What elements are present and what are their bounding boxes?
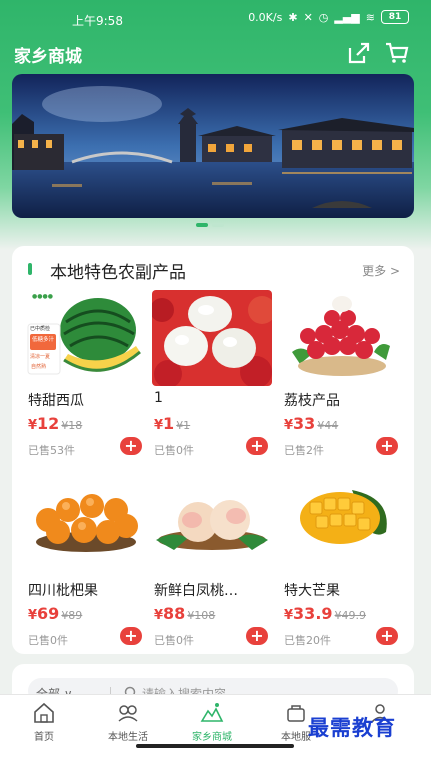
tab-local-life[interactable]: 本地生活	[88, 701, 168, 743]
product-price: ¥12 ¥18	[28, 414, 83, 433]
mango-image	[282, 480, 402, 576]
product-name: 1	[154, 390, 163, 406]
app-header: 家乡商城	[0, 36, 431, 70]
hometown-mall-icon	[200, 703, 224, 722]
featured-products-card: 本地特色农副产品 更多 > ●●●● 已中质检 低糖多汁 清凉一夏 自然熟 特甜…	[12, 246, 414, 654]
carousel-dot-active	[196, 223, 208, 227]
peach-image	[152, 480, 272, 576]
product-name: 特甜西瓜	[28, 393, 84, 409]
product-price: ¥33 ¥44	[284, 414, 339, 433]
product-image	[152, 290, 272, 386]
product-card[interactable]: 1 ¥1 ¥1 已售0件 +	[152, 290, 272, 470]
tab-home[interactable]: 首页	[4, 701, 84, 743]
product-card[interactable]: 特大芒果 ¥33.9 ¥49.9 已售20件 +	[282, 480, 402, 660]
banner-carousel[interactable]	[12, 74, 414, 218]
original-price: ¥1	[176, 419, 191, 432]
product-price: ¥33.9 ¥49.9	[284, 604, 367, 623]
lychee-bowl-image	[282, 290, 402, 386]
product-card[interactable]: 四川枇杷果 ¥69 ¥89 已售0件 +	[26, 480, 146, 660]
loquat-image	[26, 480, 146, 576]
add-to-cart-button[interactable]: +	[246, 627, 268, 645]
add-to-cart-button[interactable]: +	[376, 627, 398, 645]
add-to-cart-button[interactable]: +	[120, 437, 142, 455]
battery-icon: 81	[381, 10, 409, 24]
product-price: ¥1 ¥1	[154, 414, 191, 433]
bluetooth-icon: ✱	[288, 10, 298, 24]
product-name: 新鲜白凤桃…	[154, 583, 238, 599]
tab-label: 家乡商城	[192, 732, 232, 743]
product-image	[282, 480, 402, 576]
badge-line: 已中质检	[30, 325, 50, 332]
home-icon	[34, 702, 54, 723]
product-card[interactable]: 新鲜白凤桃… ¥88 ¥108 已售0件 +	[152, 480, 272, 660]
mute-icon: ✕	[303, 10, 313, 24]
product-image	[152, 480, 272, 576]
status-indicators: 0.0K/s ✱ ✕ ◷ ▂▄▆ ≋ 81	[248, 10, 409, 24]
lychee-peeled-image	[152, 290, 272, 386]
sold-count: 已售2件	[284, 444, 324, 457]
watermark-text: 最需教育	[308, 715, 396, 740]
product-card[interactable]: ●●●● 已中质检 低糖多汁 清凉一夏 自然熟 特甜西瓜 ¥12 ¥18 已售53…	[26, 290, 146, 470]
add-to-cart-button[interactable]: +	[246, 437, 268, 455]
product-image: ●●●● 已中质检 低糖多汁 清凉一夏 自然熟	[26, 290, 146, 386]
svg-text:●●●●: ●●●●	[32, 293, 53, 300]
add-to-cart-button[interactable]: +	[120, 627, 142, 645]
tab-label: 本地生活	[108, 732, 148, 743]
product-name: 荔枝产品	[284, 393, 340, 409]
wifi-icon: ≋	[365, 10, 375, 24]
badge-line: 自然熟	[31, 363, 46, 370]
section-title: 本地特色农副产品	[50, 263, 186, 283]
alarm-icon: ◷	[318, 10, 329, 24]
page-title: 家乡商城	[14, 47, 82, 67]
add-to-cart-button[interactable]: +	[376, 437, 398, 455]
share-icon[interactable]	[346, 40, 372, 66]
product-name: 四川枇杷果	[28, 583, 98, 599]
status-time: 上午9:58	[72, 14, 123, 28]
signal-icon: ▂▄▆	[334, 10, 360, 24]
original-price: ¥49.9	[334, 609, 367, 622]
product-price: ¥69 ¥89	[28, 604, 83, 623]
section-accent-bar	[28, 263, 32, 275]
more-link[interactable]: 更多 >	[362, 262, 400, 279]
product-price: ¥88 ¥108	[154, 604, 216, 623]
sold-count: 已售0件	[28, 634, 68, 647]
status-bar: 上午9:58 0.0K/s ✱ ✕ ◷ ▂▄▆ ≋ 81	[0, 0, 431, 34]
product-card[interactable]: 荔枝产品 ¥33 ¥44 已售2件 +	[282, 290, 402, 470]
sold-count: 已售53件	[28, 444, 75, 457]
local-service-icon	[287, 705, 305, 722]
original-price: ¥44	[317, 419, 339, 432]
sold-count: 已售20件	[284, 634, 331, 647]
sold-count: 已售0件	[154, 634, 194, 647]
tab-hometown-mall[interactable]: 家乡商城	[172, 701, 252, 743]
original-price: ¥89	[61, 609, 83, 622]
cart-icon[interactable]	[384, 40, 410, 66]
banner-image	[12, 74, 414, 218]
watermelon-image: ●●●● 已中质检 低糖多汁 清凉一夏 自然熟	[26, 290, 146, 386]
sold-count: 已售0件	[154, 444, 194, 457]
product-image	[26, 480, 146, 576]
badge-line: 清凉一夏	[30, 353, 50, 360]
product-name: 特大芒果	[284, 583, 340, 599]
product-image	[282, 290, 402, 386]
original-price: ¥108	[187, 609, 216, 622]
home-indicator[interactable]	[136, 744, 294, 748]
tab-label: 首页	[34, 732, 54, 743]
original-price: ¥18	[61, 419, 83, 432]
carousel-dot	[212, 223, 224, 227]
network-speed: 0.0K/s	[248, 10, 283, 24]
local-life-icon	[118, 705, 138, 722]
carousel-indicator	[196, 223, 224, 227]
badge-line: 低糖多汁	[32, 335, 55, 343]
